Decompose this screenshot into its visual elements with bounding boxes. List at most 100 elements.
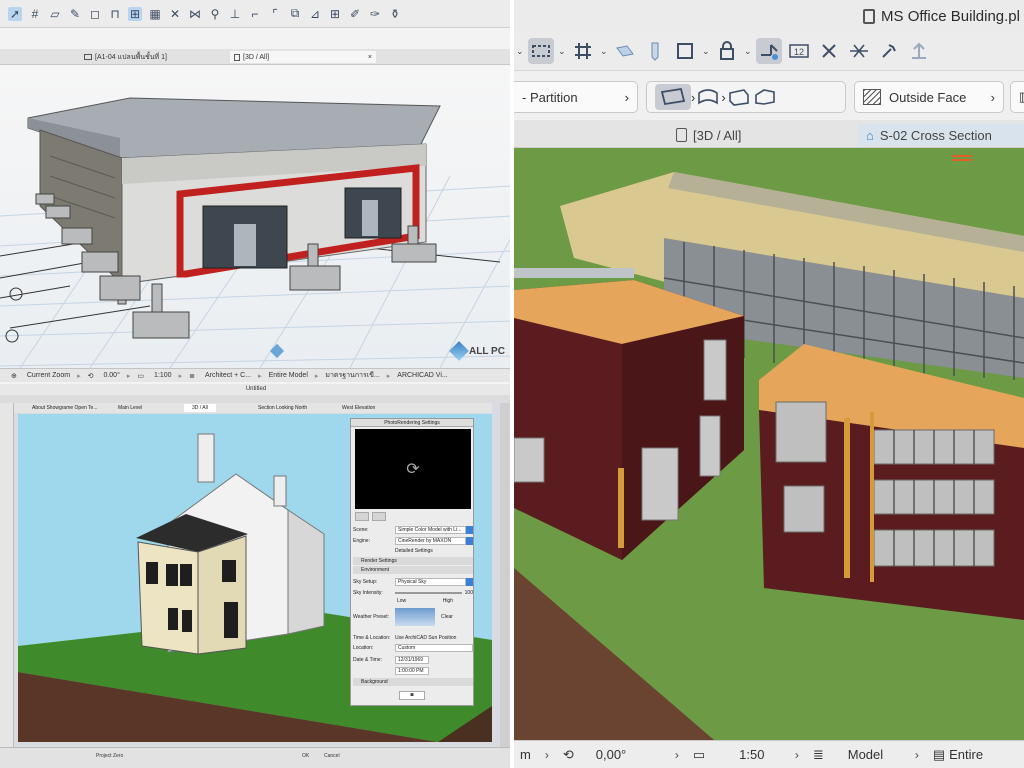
- render-settings-section[interactable]: Render Settings: [353, 557, 473, 565]
- ok-button[interactable]: OK: [302, 753, 309, 759]
- tab-main-level[interactable]: Main Level: [118, 404, 142, 412]
- shape-tool-icon[interactable]: ⧉: [288, 6, 302, 21]
- sky-setup-select[interactable]: Physical Sky: [395, 577, 466, 586]
- time-field[interactable]: 1:00:00 PM: [395, 666, 429, 675]
- intensity-range: Low High: [353, 596, 473, 605]
- environment-section[interactable]: Environment: [353, 566, 473, 574]
- corner-tool-icon[interactable]: ⌐: [248, 7, 262, 21]
- dimension-icon[interactable]: 12: [786, 38, 812, 64]
- arrow-tool-icon[interactable]: ➚: [8, 6, 22, 21]
- scene-select[interactable]: Simple Color Model with Li...: [395, 525, 466, 534]
- trapezoid-wall-icon[interactable]: [752, 84, 778, 110]
- chevron-down-icon[interactable]: [466, 577, 473, 586]
- chevron-down-icon[interactable]: [466, 525, 473, 534]
- angle-value[interactable]: 0.00°: [100, 372, 122, 379]
- chevron-down-icon[interactable]: ⌄: [516, 46, 524, 57]
- 3d-viewport-warehouse[interactable]: [0, 66, 510, 369]
- chevron-right-icon: ›: [914, 747, 919, 762]
- refresh-icon[interactable]: ⟳: [406, 459, 419, 479]
- snap-guide-icon[interactable]: [756, 38, 782, 64]
- slab-tool-icon[interactable]: ▱: [48, 7, 62, 21]
- extra-value[interactable]: ARCHICAD Vi...: [394, 372, 450, 379]
- preview-tab[interactable]: [372, 512, 386, 521]
- frame-tool-icon[interactable]: ⌜: [268, 7, 282, 21]
- slab-tool-icon[interactable]: [612, 38, 638, 64]
- background-section[interactable]: Background: [353, 678, 473, 686]
- engine-select[interactable]: CineRender by MAXON: [395, 536, 466, 545]
- grid-snap-icon[interactable]: [570, 38, 596, 64]
- layer-value[interactable]: Architect + C...: [202, 372, 254, 379]
- date-field[interactable]: 12/31/1969: [395, 655, 429, 664]
- tab-3d-all[interactable]: [3D / All] ×: [230, 51, 376, 63]
- layer-cell[interactable]: m: [514, 747, 537, 762]
- tab-3d-all[interactable]: 3D / All: [184, 404, 216, 412]
- scale-value[interactable]: 1:100: [151, 372, 175, 379]
- detailed-settings-checkbox[interactable]: Detailed Settings: [395, 548, 433, 554]
- eyedropper-icon[interactable]: ✐: [348, 7, 362, 21]
- elevate-icon[interactable]: [906, 38, 932, 64]
- pencil-tool-icon[interactable]: [642, 38, 668, 64]
- model-value[interactable]: Entire Model: [266, 372, 311, 379]
- pencil-tool-icon[interactable]: ✎: [68, 7, 82, 21]
- next-panel-button[interactable]: ▥: [1010, 81, 1024, 113]
- toolbox-palette[interactable]: [0, 403, 14, 747]
- align-tool-icon[interactable]: ⊥: [228, 7, 242, 21]
- table-tool-icon[interactable]: ▦: [148, 7, 162, 21]
- chevron-down-icon[interactable]: ⌄: [702, 46, 710, 57]
- camera-button[interactable]: ◙: [399, 691, 425, 700]
- grid-snap-icon[interactable]: ⊞: [328, 7, 342, 21]
- partition-selector[interactable]: - Partition ›: [514, 81, 638, 113]
- lock-icon[interactable]: [714, 38, 740, 64]
- model-cell[interactable]: ≣ Model: [807, 747, 907, 763]
- outside-face-selector[interactable]: Outside Face ›: [854, 81, 1004, 113]
- trim-tool-icon[interactable]: ⋈: [188, 7, 202, 21]
- render-tab[interactable]: [355, 512, 369, 521]
- tab-west-elevation[interactable]: West Elevation: [342, 404, 375, 412]
- grid-tool-icon[interactable]: #: [28, 7, 42, 21]
- angle-cell[interactable]: ⟲ 0,00°: [557, 747, 667, 763]
- lock-icon[interactable]: ⊓: [108, 7, 122, 21]
- tab-3d-all[interactable]: [3D / All]: [676, 124, 741, 146]
- tab-s02-cross-section[interactable]: ⌂ S-02 Cross Section: [858, 124, 1024, 146]
- frame-tool-icon[interactable]: [672, 38, 698, 64]
- current-zoom-label[interactable]: Current Zoom: [24, 372, 73, 379]
- watermark-text: ALL PC: [469, 345, 505, 357]
- cross-tool-icon[interactable]: [816, 38, 842, 64]
- box-wall-icon[interactable]: [726, 84, 752, 110]
- zoom-icon[interactable]: ⊕: [8, 372, 20, 380]
- chevron-down-icon[interactable]: ⌄: [600, 46, 608, 57]
- trim-tool-icon[interactable]: [846, 38, 872, 64]
- right-side-palette[interactable]: [500, 403, 510, 747]
- 3d-viewport-office[interactable]: [514, 148, 1024, 740]
- marquee-tool-icon[interactable]: [528, 38, 554, 64]
- chevron-down-icon[interactable]: [466, 536, 473, 545]
- straight-wall-icon[interactable]: [655, 84, 691, 110]
- weather-thumbnail[interactable]: [395, 608, 435, 626]
- tab-floor-plan[interactable]: [A1-04 แปลนพื้นชั้นที่ 1]: [84, 51, 167, 63]
- location-select[interactable]: Custom: [395, 643, 473, 652]
- paint-bucket-icon[interactable]: ⚱: [388, 7, 402, 21]
- weather-value[interactable]: Clear: [441, 614, 453, 620]
- mirror-tool-icon[interactable]: ⊿: [308, 7, 322, 21]
- chevron-down-icon[interactable]: ⌄: [744, 46, 752, 57]
- standard-value[interactable]: มาตรฐานการเขี...: [322, 370, 382, 381]
- geometry-method-group: › ›: [646, 81, 846, 113]
- curved-wall-icon[interactable]: [695, 84, 721, 110]
- box-tool-icon[interactable]: ◻: [88, 7, 102, 21]
- chevron-down-icon[interactable]: ⌄: [558, 46, 566, 57]
- magic-tool-icon[interactable]: ⚲: [208, 7, 222, 21]
- scale-cell[interactable]: ▭ 1:50: [687, 747, 787, 763]
- cancel-button[interactable]: Cancel: [324, 753, 340, 759]
- magic-wand-icon[interactable]: [876, 38, 902, 64]
- use-sun-checkbox[interactable]: Use ArchiCAD Sun Position: [395, 635, 456, 641]
- entire-cell[interactable]: ▤ Entire: [927, 747, 989, 763]
- snap-tool-icon[interactable]: ⊞: [128, 6, 142, 21]
- tab-about[interactable]: About Showgrame Open Te...: [32, 404, 98, 412]
- tab-section-north[interactable]: Section Looking North: [258, 404, 307, 412]
- cross-tool-icon[interactable]: ✕: [168, 7, 182, 21]
- close-icon[interactable]: ×: [368, 54, 372, 61]
- sky-intensity-value[interactable]: 100: [465, 590, 473, 596]
- brush-icon[interactable]: ✑: [368, 7, 382, 21]
- sky-intensity-slider[interactable]: [395, 591, 462, 594]
- project-zero-label[interactable]: Project Zero: [96, 753, 123, 759]
